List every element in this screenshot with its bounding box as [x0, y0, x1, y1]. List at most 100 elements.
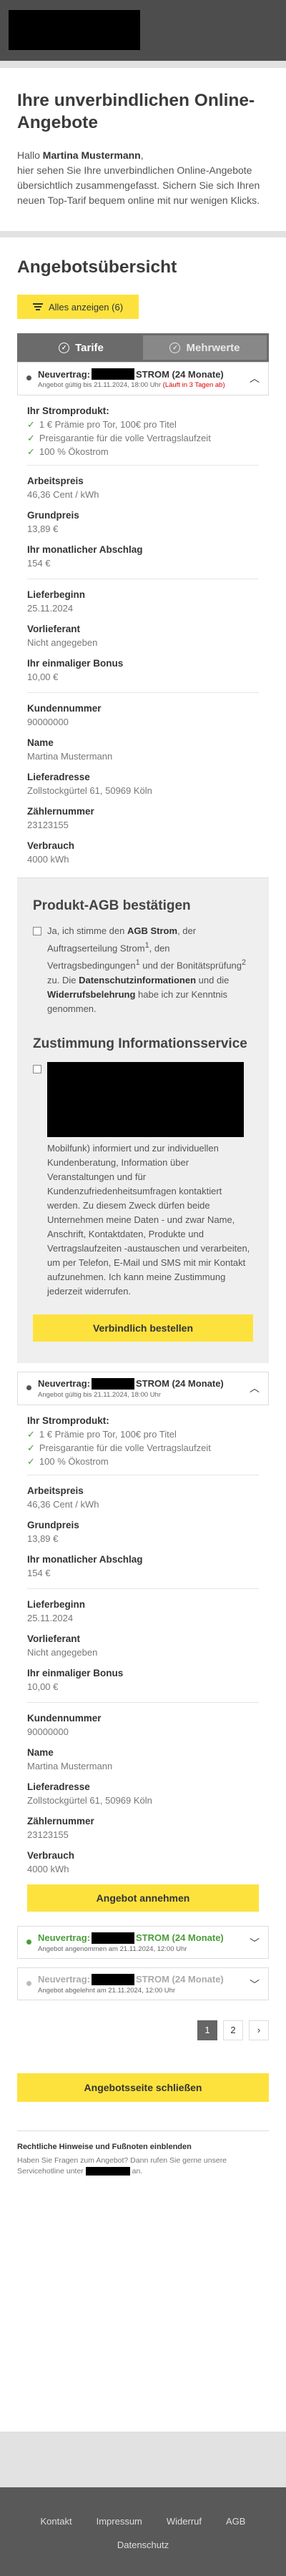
chevron-right-icon[interactable]: › — [249, 2020, 269, 2040]
footer-link-agb[interactable]: AGB — [226, 2516, 245, 2527]
revocation-link[interactable]: Widerrufsbelehrung — [47, 989, 135, 1000]
detail-value: 90000000 — [27, 717, 69, 727]
detail-value: 154 € — [27, 558, 51, 569]
filter-icon — [32, 302, 43, 312]
product-label: Ihr Stromprodukt: — [27, 1415, 109, 1426]
feature-item: ✓ Preisgarantie für die volle Vertragslau… — [27, 433, 211, 443]
greeting-post: , — [140, 149, 144, 161]
detail-value: Martina Mustermann — [27, 1760, 113, 1771]
detail-value: 23123155 — [27, 820, 69, 830]
check-icon: ✓ — [27, 433, 35, 443]
tab-mehrwerte[interactable]: ✓ Mehrwerte — [143, 335, 267, 360]
chevron-up-icon[interactable]: ︿ — [250, 371, 260, 385]
detail-label: Lieferbeginn — [27, 589, 86, 600]
tab-label: Mehrwerte — [186, 341, 240, 354]
tab-tarife[interactable]: ✓ Tarife — [19, 335, 143, 360]
page-title: Ihre unverbindlichen Online-Angebote — [17, 91, 255, 132]
footer: Kontakt Impressum Widerruf AGB Datenschu… — [0, 2487, 286, 2576]
intro-text: Hallo Martina Mustermann, hier sehen Sie… — [17, 148, 269, 208]
footer-link-widerruf[interactable]: Widerruf — [167, 2516, 202, 2527]
chevron-down-icon[interactable]: ﹀ — [250, 1936, 260, 1950]
offer-title-pre: Neuvertrag: — [38, 1932, 90, 1944]
detail-label: Lieferadresse — [27, 772, 90, 782]
detail-value: 46,36 Cent / kWh — [27, 1498, 99, 1510]
offer-rejected[interactable]: Neuvertrag: STROM (24 Monate) Angebot abg… — [17, 1967, 269, 2000]
detail-label: Verbrauch — [27, 840, 75, 851]
check-icon: ✓ — [27, 446, 35, 457]
offer-title-pre: Neuvertrag: — [38, 368, 90, 380]
close-offers-button[interactable]: Angebotsseite schließen — [17, 2073, 269, 2102]
info-service-title: Zustimmung Informationsservice — [33, 1036, 247, 1051]
intro-description: hier sehen Sie Ihre unverbindlichen Onli… — [17, 164, 260, 206]
detail-label: Ihr monatlicher Abschlag — [27, 544, 143, 555]
detail-label: Kundennummer — [27, 703, 102, 714]
offer-validity: Angebot gültig bis 21.11.2024, 18:00 Uhr — [38, 381, 162, 389]
offer-title-pre: Neuvertrag: — [38, 1974, 90, 1985]
agb-link[interactable]: AGB Strom — [127, 925, 177, 936]
page-2[interactable]: 2 — [223, 2020, 243, 2040]
detail-label: Name — [27, 737, 54, 748]
chevron-up-icon[interactable]: ︿ — [250, 1381, 260, 1395]
privacy-link[interactable]: Datenschutzinformationen — [79, 975, 196, 985]
offer-header[interactable]: Neuvertrag: STROM (24 Monate) Angebot gül… — [17, 1371, 269, 1405]
detail-value: 46,36 Cent / kWh — [27, 489, 99, 500]
detail-value: Zollstockgürtel 61, 50969 Köln — [27, 785, 152, 796]
feature-item: ✓ 100 % Ökostrom — [27, 1455, 109, 1467]
chevron-down-icon[interactable]: ﹀ — [250, 1977, 260, 1992]
status-dot-icon — [26, 375, 31, 380]
detail-value: 90000000 — [27, 1726, 69, 1737]
agb-checkbox[interactable] — [33, 927, 41, 935]
detail-label: Verbrauch — [27, 1849, 75, 1861]
accept-offer-button[interactable]: Angebot annehmen — [27, 1884, 259, 1912]
feature-item: ✓ 100 % Ökostrom — [27, 446, 109, 457]
detail-value: 23123155 — [27, 1829, 69, 1840]
footer-link-kontakt[interactable]: Kontakt — [41, 2516, 72, 2527]
detail-label: Name — [27, 1746, 54, 1758]
offer-title-post: STROM (24 Monate) — [135, 368, 224, 380]
offer-details: Ihr Stromprodukt: ✓ 1 € Prämie pro Tor, 1… — [17, 395, 269, 865]
intro-card: Ihre unverbindlichen Online-Angebote Hal… — [0, 68, 286, 231]
show-all-label: Alles anzeigen (6) — [48, 301, 124, 313]
offers-title: Angebotsübersicht — [17, 257, 177, 277]
offer-status-text: Angebot angenommen am 21.11.2024, 12:00 … — [38, 1945, 187, 1953]
detail-label: Grundpreis — [27, 1519, 79, 1530]
detail-value: 4000 kWh — [27, 854, 69, 865]
page-1[interactable]: 1 — [197, 2020, 217, 2040]
redacted-block — [47, 1061, 244, 1137]
detail-label: Vorlieferant — [27, 624, 81, 634]
detail-value: 13,89 € — [27, 523, 59, 534]
footer-link-impressum[interactable]: Impressum — [97, 2516, 142, 2527]
offer-accepted[interactable]: Neuvertrag: STROM (24 Monate) Angebot ang… — [17, 1925, 269, 1959]
agb-section: Produkt-AGB bestätigen Ja, ich stimme de… — [17, 877, 269, 1363]
status-dot-icon — [26, 1385, 31, 1390]
detail-group-prices: Arbeitspreis 46,36 Cent / kWh Grundpreis 1… — [27, 476, 259, 569]
tab-bar: ✓ Tarife ✓ Mehrwerte — [17, 333, 269, 362]
info-checkbox[interactable] — [33, 1064, 41, 1073]
detail-value: Martina Mustermann — [27, 751, 113, 762]
show-all-button[interactable]: Alles anzeigen (6) — [17, 295, 139, 319]
detail-label: Zählernummer — [27, 806, 94, 817]
redacted-block — [85, 2166, 130, 2176]
agb-title: Produkt-AGB bestätigen — [33, 898, 191, 913]
order-button[interactable]: Verbindlich bestellen — [33, 1314, 253, 1342]
detail-label: Grundpreis — [27, 510, 79, 521]
offer-title-pre: Neuvertrag: — [38, 1378, 90, 1390]
info-text: Mobilfunk) informiert und zur individuel… — [47, 1142, 250, 1297]
customer-name: Martina Mustermann — [42, 149, 141, 161]
detail-label: Ihr einmaliger Bonus — [27, 1667, 124, 1678]
agb-text: Ja, ich stimme den AGB Strom, der Auftra… — [47, 925, 247, 1014]
offer-status-text: Angebot abgelehnt am 21.11.2024, 12:00 U… — [38, 1986, 176, 1995]
brand-logo[interactable] — [9, 10, 140, 50]
redacted-block — [91, 1932, 134, 1944]
top-bar — [0, 0, 286, 61]
agb-consent: Ja, ich stimme den AGB Strom, der Auftra… — [33, 924, 253, 1016]
detail-label: Kundennummer — [27, 1712, 102, 1724]
offers-card: Angebotsübersicht Alles anzeigen (6) ✓ T… — [0, 237, 286, 2432]
pagination: 1 2 › — [17, 2020, 269, 2040]
detail-value: 25.11.2024 — [27, 603, 74, 614]
feature-item: ✓ 1 € Prämie pro Tor, 100€ pro Titel — [27, 419, 177, 430]
legal-hints-toggle[interactable]: Rechtliche Hinweise und Fußnoten einblen… — [17, 2143, 269, 2151]
offer-header[interactable]: Neuvertrag: STROM (24 Monate) Angebot gül… — [17, 362, 269, 395]
footer-link-datenschutz[interactable]: Datenschutz — [0, 2540, 286, 2550]
offer-title-post: STROM (24 Monate) — [135, 1974, 224, 1985]
